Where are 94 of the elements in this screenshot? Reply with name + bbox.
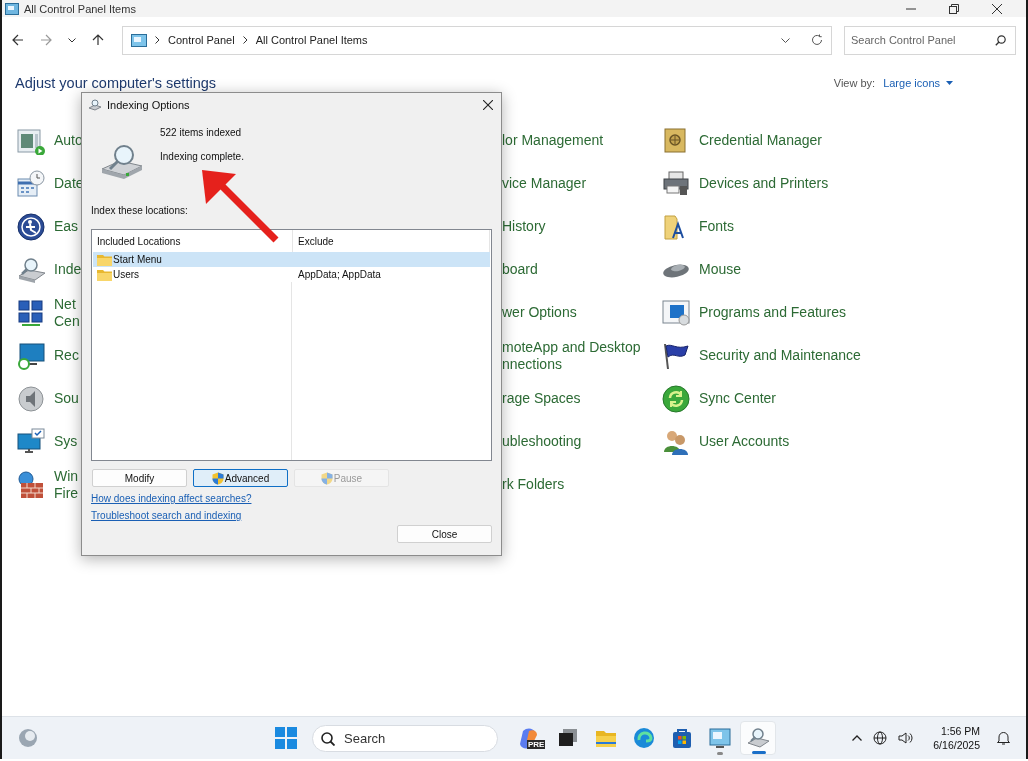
help-link[interactable]: How does indexing affect searches? <box>91 493 252 504</box>
view-by-label: View by: <box>833 77 876 89</box>
close-icon[interactable] <box>483 100 493 110</box>
folder-icon <box>97 268 112 281</box>
globe-wall-icon[interactable] <box>17 470 45 499</box>
control-panel-link[interactable]: rage Spaces <box>502 390 581 407</box>
view-by-dropdown[interactable]: Large icons <box>883 77 953 89</box>
window-title: All Control Panel Items <box>24 2 136 15</box>
search-field[interactable]: Search Control Panel <box>844 25 1016 55</box>
task-view-icon <box>557 727 579 749</box>
up-icon[interactable] <box>92 34 104 46</box>
globe-icon[interactable] <box>873 731 888 745</box>
items-indexed-count: 522 items indexed <box>160 127 243 138</box>
search-icon[interactable] <box>995 34 1006 46</box>
network-monitors-icon[interactable] <box>17 298 45 327</box>
figure-circle-icon[interactable] <box>17 212 45 241</box>
chevron-down-icon[interactable] <box>781 37 790 43</box>
control-panel-link[interactable]: User Accounts <box>699 433 790 450</box>
control-panel-link[interactable]: Security and Maintenance <box>699 347 861 364</box>
control-panel-icon <box>131 33 147 47</box>
list-row[interactable]: Users AppData; AppData <box>93 267 490 282</box>
folder-icon <box>97 253 112 266</box>
help-link[interactable]: Troubleshoot search and indexing <box>91 510 242 521</box>
control-panel-link[interactable]: Net Cen <box>54 295 80 330</box>
magnifier-drive-icon <box>88 99 102 111</box>
close-button[interactable]: Close <box>397 525 492 543</box>
magnifier-drive-icon <box>100 143 144 181</box>
control-panel-link[interactable]: History <box>502 218 546 235</box>
control-panel-link[interactable]: moteApp and Desktop nnections <box>502 338 641 373</box>
search-icon <box>321 731 335 746</box>
control-panel-link[interactable]: Sys <box>54 433 78 450</box>
start-icon[interactable] <box>275 727 297 749</box>
store-icon <box>671 727 693 749</box>
control-panel-link[interactable]: lor Management <box>502 132 604 149</box>
monitor-icon[interactable] <box>17 341 45 370</box>
dialog-button[interactable]: Modify <box>92 469 187 487</box>
control-panel-link[interactable]: Eas <box>54 218 79 235</box>
breadcrumb-item[interactable]: Control Panel <box>168 34 235 46</box>
control-panel-link[interactable]: board <box>502 261 538 278</box>
locations-label: Index these locations: <box>90 205 189 216</box>
chevron-up-icon[interactable] <box>852 735 863 741</box>
magnifier-drive-icon[interactable] <box>17 255 45 284</box>
page-heading: Adjust your computer's settings <box>15 75 217 91</box>
indexing-status: Indexing complete. <box>160 151 244 162</box>
breadcrumb-item[interactable]: All Control Panel Items <box>255 34 368 46</box>
location-name: Start Menu <box>113 254 162 265</box>
control-panel-link[interactable]: Programs and Features <box>699 304 847 321</box>
chevron-right-icon <box>242 36 248 44</box>
dialog-title: Indexing Options <box>107 99 190 111</box>
control-panel-link[interactable]: Win Fire <box>54 467 79 502</box>
magnifier-drive-icon <box>747 727 769 749</box>
dialog-button[interactable]: Advanced <box>193 469 288 487</box>
bell-icon[interactable] <box>997 731 1010 745</box>
caret-icon <box>946 81 953 85</box>
control-panel-link[interactable]: Devices and Printers <box>699 175 829 192</box>
speaker-icon[interactable] <box>17 384 45 413</box>
taskbar-app[interactable]: PRE <box>512 721 548 755</box>
control-panel-link[interactable]: Credential Manager <box>699 132 822 149</box>
control-panel-link[interactable]: Rec <box>54 347 79 364</box>
control-panel-link[interactable]: Mouse <box>699 261 742 278</box>
exclusion-text: AppData; AppData <box>298 269 381 280</box>
back-icon[interactable] <box>12 34 24 46</box>
volume-icon[interactable] <box>898 731 915 745</box>
taskbar-search[interactable]: Search <box>312 724 498 752</box>
clock[interactable]: 1:56 PM 6/16/2025 <box>933 724 980 752</box>
shield-icon <box>211 471 224 485</box>
control-panel-link[interactable]: Fonts <box>699 218 734 235</box>
browser-icon <box>633 727 655 749</box>
shield-icon <box>320 471 333 485</box>
address-bar[interactable]: Control Panel All Control Panel Items <box>122 25 832 55</box>
list-row[interactable]: Start Menu <box>93 252 490 267</box>
window-icon[interactable] <box>17 126 45 155</box>
refresh-icon[interactable] <box>811 34 823 46</box>
preview-badge: PRE <box>527 740 546 749</box>
control-panel-link[interactable]: vice Manager <box>502 175 587 192</box>
calendar-clock-icon[interactable] <box>17 169 45 198</box>
programs-icon[interactable] <box>662 298 690 327</box>
control-panel-link[interactable]: Sync Center <box>699 390 777 407</box>
sync-icon[interactable] <box>662 384 690 413</box>
control-panel-link[interactable]: wer Options <box>502 304 577 321</box>
flag-icon[interactable] <box>662 341 690 370</box>
restore-icon[interactable] <box>949 3 959 14</box>
control-panel-link[interactable]: Inde <box>54 261 82 278</box>
control-panel-link[interactable]: rk Folders <box>502 476 565 493</box>
printer-icon[interactable] <box>662 169 690 198</box>
chevron-down-icon[interactable] <box>68 37 76 43</box>
control-panel-link[interactable]: ubleshooting <box>502 433 582 450</box>
monitor-check-icon[interactable] <box>17 427 45 456</box>
control-panel-icon <box>709 727 731 749</box>
chevron-right-icon <box>155 36 160 44</box>
control-panel-link[interactable]: Sou <box>54 390 79 407</box>
forward-icon[interactable] <box>40 34 52 46</box>
close-icon[interactable] <box>992 3 1002 14</box>
location-name: Users <box>113 269 140 280</box>
